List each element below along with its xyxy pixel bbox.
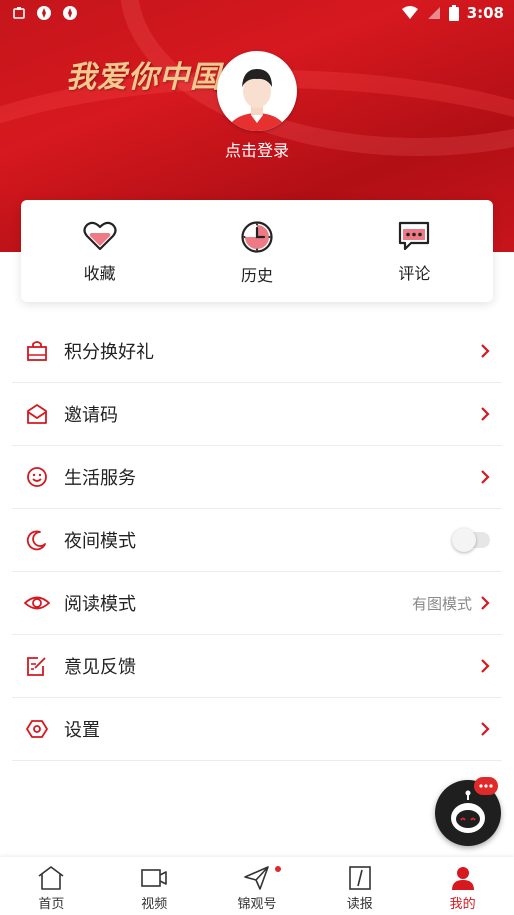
menu-item-label: 生活服务 — [64, 468, 136, 489]
inbox-icon — [27, 404, 47, 424]
favorites-button[interactable]: 收藏 — [21, 200, 178, 302]
tab-label: 我的 — [449, 897, 476, 912]
send-icon — [244, 866, 269, 890]
app-notification-icon — [37, 6, 51, 20]
chat-bubble-icon — [474, 777, 498, 795]
tab-label: 视频 — [141, 897, 168, 912]
tab-label: 读报 — [346, 897, 373, 912]
menu-item-settings[interactable]: 设置 — [12, 698, 502, 761]
newspaper-icon — [348, 866, 371, 890]
eye-icon — [24, 596, 50, 610]
tab-jinguan[interactable]: 锦观号 — [206, 857, 309, 915]
comment-icon — [399, 221, 430, 251]
menu-item-label: 积分换好礼 — [64, 342, 154, 363]
chevron-right-icon — [481, 596, 490, 610]
menu-item-reading-mode[interactable]: 阅读模式 有图模式 — [12, 572, 502, 635]
status-bar: 3:08 — [0, 0, 514, 28]
heart-icon — [83, 221, 117, 251]
home-icon — [38, 866, 64, 890]
tab-home[interactable]: 首页 — [0, 857, 103, 915]
login-link[interactable]: 点击登录 — [0, 137, 514, 161]
quick-actions-card: 收藏 历史 评论 — [21, 200, 493, 302]
moon-icon — [26, 530, 46, 551]
gift-bag-icon — [27, 341, 47, 361]
chevron-right-icon — [481, 659, 490, 673]
tab-label: 首页 — [38, 897, 65, 912]
settings-menu: 积分换好礼 邀请码 生活服务 夜间模式 阅读模式 有图模式 意见反馈 设置 — [12, 320, 502, 761]
smile-icon — [27, 467, 47, 487]
tab-newspaper[interactable]: 读报 — [308, 857, 411, 915]
clock-icon — [241, 221, 273, 253]
chevron-right-icon — [481, 407, 490, 421]
user-icon — [451, 867, 474, 890]
tab-video[interactable]: 视频 — [103, 857, 206, 915]
chevron-right-icon — [481, 344, 490, 358]
unread-dot — [274, 866, 281, 872]
menu-item-feedback[interactable]: 意见反馈 — [12, 635, 502, 698]
menu-item-label: 夜间模式 — [64, 531, 136, 552]
history-label: 历史 — [240, 266, 273, 285]
video-icon — [141, 869, 167, 887]
night-mode-toggle[interactable] — [452, 528, 490, 552]
menu-item-label: 设置 — [64, 720, 100, 741]
chevron-right-icon — [481, 722, 490, 736]
reading-mode-value: 有图模式 — [411, 594, 472, 613]
history-button[interactable]: 历史 — [178, 200, 335, 302]
comments-button[interactable]: 评论 — [336, 200, 493, 302]
favorites-label: 收藏 — [83, 264, 116, 283]
notification-icon — [13, 7, 25, 19]
avatar[interactable] — [217, 51, 297, 131]
status-time: 3:08 — [466, 4, 504, 22]
bottom-tab-bar: 首页 视频 锦观号 读报 我的 — [0, 857, 514, 915]
settings-icon — [26, 720, 48, 738]
menu-item-night-mode: 夜间模式 — [12, 509, 502, 572]
toggle-knob — [452, 528, 476, 552]
menu-item-label: 邀请码 — [64, 405, 118, 426]
tab-label: 锦观号 — [237, 897, 277, 912]
menu-item-label: 意见反馈 — [64, 657, 136, 678]
menu-item-life-services[interactable]: 生活服务 — [12, 446, 502, 509]
chevron-right-icon — [481, 470, 490, 484]
menu-item-points-mall[interactable]: 积分换好礼 — [12, 320, 502, 383]
edit-icon — [27, 657, 46, 676]
battery-icon — [448, 5, 459, 21]
tab-mine[interactable]: 我的 — [411, 857, 514, 915]
signal-icon — [427, 7, 440, 19]
wifi-icon — [401, 6, 418, 19]
slogan-text: 我爱你中国 — [66, 60, 221, 95]
default-avatar-icon — [227, 69, 287, 131]
app-notification-icon — [63, 6, 77, 20]
menu-item-label: 阅读模式 — [64, 594, 136, 615]
menu-item-invite-code[interactable]: 邀请码 — [12, 383, 502, 446]
comments-label: 评论 — [398, 264, 431, 283]
